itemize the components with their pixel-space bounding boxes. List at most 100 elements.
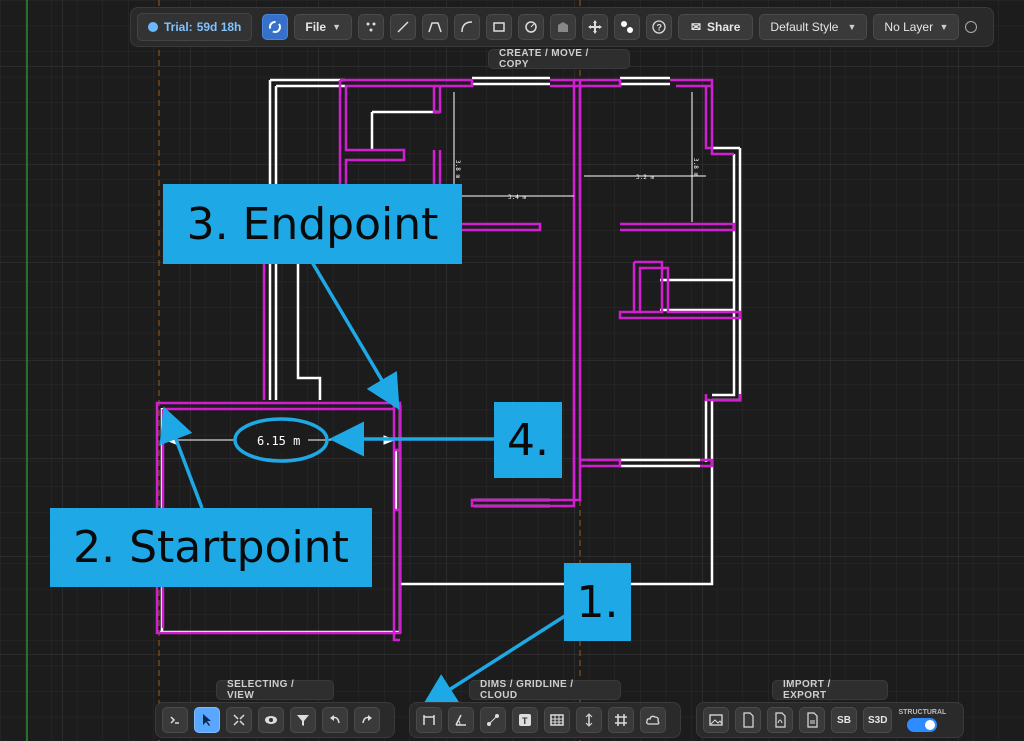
s3d-button[interactable]: S3D [863, 707, 893, 733]
table-tool-button[interactable] [544, 707, 570, 733]
chevron-down-icon: ▼ [939, 22, 949, 32]
image-icon [709, 714, 723, 726]
share-icon: ✉ [690, 20, 702, 34]
vertical-arrow-icon [585, 713, 593, 727]
annotation-startpoint: 2. Startpoint [50, 508, 372, 587]
rectangle-icon [493, 22, 505, 32]
line-tool-button[interactable] [389, 14, 416, 40]
selecting-view-label: SELECTING / VIEW [216, 679, 334, 701]
dimension-icon [423, 715, 435, 725]
polyline-icon [428, 22, 442, 33]
arc-tool-button[interactable] [453, 14, 480, 40]
move-icon [587, 20, 602, 34]
help-icon: ? [652, 20, 666, 34]
top-toolbar: Trial: 59d 18h File ▼ ? ✉ Share Default … [130, 7, 994, 47]
chevron-down-icon: ▼ [332, 22, 341, 32]
leader-tool-button[interactable] [480, 707, 506, 733]
cursor-icon [203, 714, 211, 726]
filter-button[interactable] [290, 707, 316, 733]
trial-icon [148, 22, 158, 32]
select-button[interactable] [194, 707, 220, 733]
vertical-dim-button[interactable] [576, 707, 602, 733]
dims-gridline-cloud-label: DIMS / GRIDLINE / CLOUD [469, 679, 621, 701]
zoom-extents-button[interactable] [226, 707, 252, 733]
annotation-endpoint: 3. Endpoint [163, 184, 462, 264]
import-export-label: IMPORT / EXPORT [772, 679, 888, 701]
eye-icon [265, 716, 277, 724]
undo-icon [330, 715, 340, 724]
point-icon [366, 22, 376, 32]
share-label: Share [707, 20, 741, 34]
line-icon [397, 21, 409, 33]
layer-select-value: No Layer [884, 20, 934, 34]
circle-icon [525, 21, 537, 33]
drawing-canvas[interactable]: 3.4 m 3.2 m 3.8 m 3.8 m 6.15 m [0, 0, 1024, 741]
arc-icon [461, 21, 473, 33]
selecting-toolbar [155, 702, 395, 738]
layer-color-indicator[interactable] [965, 21, 978, 33]
circle-tool-button[interactable] [517, 14, 544, 40]
move-tool-button[interactable] [581, 14, 608, 40]
text-icon: T [519, 714, 531, 726]
terminal-icon [170, 716, 179, 724]
dim-label-small: 3.4 m [508, 194, 526, 201]
chevron-down-icon: ▼ [847, 22, 857, 32]
style-select[interactable]: Default Style ▼ [759, 14, 868, 40]
json-file-icon [743, 712, 754, 728]
structural-toggle[interactable] [907, 717, 938, 732]
cloud-icon [646, 715, 660, 725]
svg-text:?: ? [656, 23, 662, 33]
point-tool-button[interactable] [357, 14, 384, 40]
help-button[interactable]: ? [645, 14, 672, 40]
polyline-tool-button[interactable] [421, 14, 448, 40]
file-menu-button[interactable]: File ▼ [294, 14, 352, 40]
structural-label: STRUCTURAL [898, 708, 947, 716]
filter-icon [297, 715, 309, 726]
import-json-button[interactable] [735, 707, 761, 733]
sync-button[interactable] [262, 14, 289, 40]
angle-dimension-button[interactable] [448, 707, 474, 733]
create-move-copy-label: CREATE / MOVE / COPY [488, 48, 630, 70]
annotation-step-4: 4. [494, 402, 562, 478]
area-tool-button[interactable] [549, 14, 576, 40]
dxf-file-icon [807, 712, 818, 728]
cloud-tool-button[interactable] [640, 707, 666, 733]
export-pdf-button[interactable] [767, 707, 793, 733]
text-tool-button[interactable]: T [512, 707, 538, 733]
copy-tool-button[interactable] [613, 14, 640, 40]
dimension-label: 6.15 m [257, 434, 300, 448]
rectangle-tool-button[interactable] [485, 14, 512, 40]
undo-button[interactable] [322, 707, 348, 733]
dimension-tool-button[interactable] [416, 707, 442, 733]
gridline-tool-button[interactable] [608, 707, 634, 733]
import-export-toolbar: SB S3D STRUCTURAL [696, 702, 964, 738]
visibility-button[interactable] [258, 707, 284, 733]
annotation-step-1: 1. [564, 563, 631, 641]
svg-text:T: T [522, 716, 528, 726]
import-image-button[interactable] [703, 707, 729, 733]
layer-select[interactable]: No Layer ▼ [873, 14, 960, 40]
sync-icon [269, 21, 282, 33]
dim-label-small: 3.8 m [454, 160, 461, 178]
leader-icon [487, 714, 499, 726]
export-dxf-button[interactable] [799, 707, 825, 733]
trial-label: Trial: [164, 20, 193, 34]
structural-toggle-group: STRUCTURAL [898, 709, 946, 732]
redo-button[interactable] [354, 707, 380, 733]
gridline-icon [615, 714, 627, 726]
dim-label-small: 3.8 m [692, 158, 699, 176]
table-icon [550, 714, 564, 726]
sb-button[interactable]: SB [831, 707, 857, 733]
area-icon [557, 22, 568, 32]
trial-remaining: 59d 18h [196, 20, 242, 34]
dims-toolbar: T [409, 702, 681, 738]
style-select-value: Default Style [770, 20, 839, 34]
pdf-file-icon [775, 712, 786, 728]
copy-icon [620, 21, 633, 33]
trial-badge[interactable]: Trial: 59d 18h [137, 13, 253, 41]
console-button[interactable] [162, 707, 188, 733]
angle-icon [455, 714, 466, 726]
dim-label-small: 3.2 m [636, 174, 654, 181]
share-button[interactable]: ✉ Share [677, 14, 754, 40]
file-menu-label: File [305, 20, 327, 34]
